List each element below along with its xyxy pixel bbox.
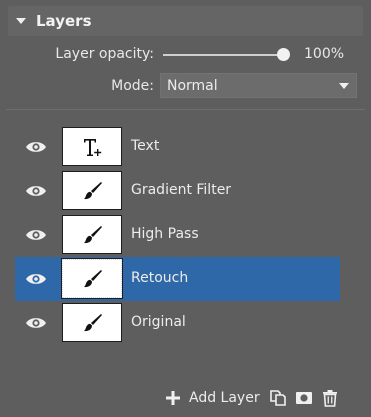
layer-thumbnail[interactable] [62, 215, 122, 254]
layer-name: High Pass [131, 226, 199, 242]
layer-thumbnail[interactable] [61, 258, 123, 299]
opacity-slider-thumb[interactable] [277, 48, 290, 61]
chevron-down-icon [339, 83, 349, 89]
eye-icon[interactable] [25, 227, 47, 243]
layer-row-original[interactable]: Original [15, 301, 340, 345]
eye-icon[interactable] [25, 315, 47, 331]
plus-icon[interactable] [165, 390, 181, 406]
eye-icon[interactable] [25, 271, 47, 287]
eye-icon[interactable] [25, 139, 47, 155]
trash-icon[interactable] [321, 389, 339, 407]
brush-icon [84, 269, 102, 287]
layer-opacity-label: Layer opacity: [55, 46, 154, 62]
blend-mode-select[interactable]: Normal [160, 73, 357, 98]
blend-mode-label: Mode: [111, 78, 154, 94]
opacity-value: 100% [304, 46, 345, 62]
layer-thumbnail[interactable] [62, 303, 122, 342]
brush-icon [84, 181, 102, 199]
layer-name: Retouch [131, 270, 189, 286]
divider [6, 109, 365, 110]
layer-name: Gradient Filter [131, 182, 232, 198]
layer-row-text[interactable]: Text [15, 125, 340, 169]
opacity-slider-track[interactable] [163, 54, 283, 56]
brush-icon [84, 225, 102, 243]
layer-row-retouch[interactable]: Retouch [15, 257, 340, 301]
panel-title: Layers [36, 12, 92, 30]
layer-name: Original [131, 314, 186, 330]
brush-icon [84, 313, 102, 331]
duplicate-layer-icon[interactable] [269, 389, 287, 407]
blend-mode-value: Normal [167, 78, 218, 94]
eye-icon[interactable] [25, 183, 47, 199]
layer-name: Text [131, 138, 160, 154]
layer-row-gradient-filter[interactable]: Gradient Filter [15, 169, 340, 213]
layers-panel-header[interactable]: Layers [8, 6, 363, 36]
text-layer-icon [84, 138, 102, 156]
collapse-caret-icon[interactable] [16, 18, 26, 24]
blend-mode-row: Mode: Normal [0, 73, 371, 99]
layer-thumbnail[interactable] [62, 171, 122, 210]
layer-opacity-row: Layer opacity: 100% [0, 44, 371, 66]
layers-footer: Add Layer [0, 386, 371, 410]
add-layer-button[interactable]: Add Layer [189, 390, 260, 406]
layer-thumbnail[interactable] [62, 127, 122, 166]
layer-row-high-pass[interactable]: High Pass [15, 213, 340, 257]
layer-mask-icon[interactable] [295, 389, 313, 407]
